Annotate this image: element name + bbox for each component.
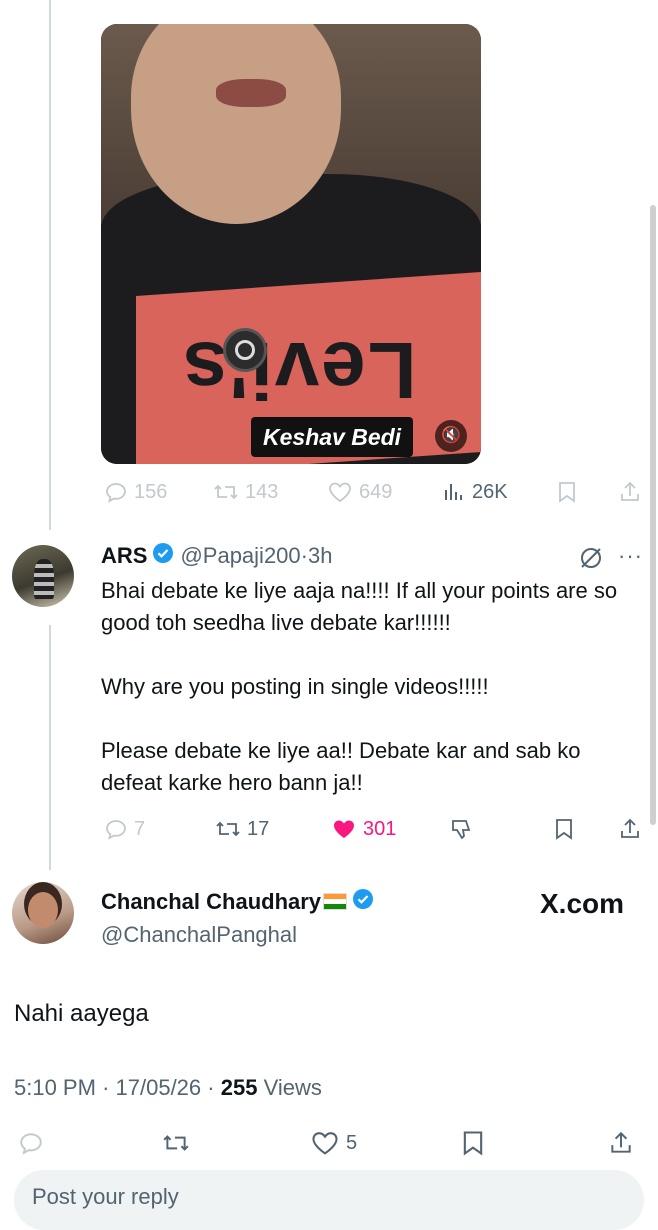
repost-icon (162, 1130, 190, 1156)
repost-button[interactable]: 17 (215, 812, 269, 846)
repost-icon (213, 480, 239, 504)
reply-count: 156 (134, 480, 168, 503)
verified-badge-icon (152, 542, 174, 569)
tweet-meta: 5:10 PM · 17/05/26 · 255 Views (14, 1075, 322, 1101)
like-button[interactable]: 649 (327, 475, 392, 509)
x-watermark: X.com (540, 888, 625, 919)
bookmark-button[interactable] (460, 1126, 486, 1160)
dislike-button[interactable] (449, 812, 473, 846)
like-count: 649 (359, 480, 393, 503)
meta-separator: · (102, 1075, 116, 1100)
video-mouth (216, 79, 286, 107)
reply-placeholder[interactable]: Post your reply (32, 1184, 179, 1210)
share-icon (618, 817, 642, 841)
reply-composer[interactable]: Post your reply (14, 1170, 644, 1230)
reply-tweet-actions: 7 17 301 (101, 812, 641, 846)
share-button[interactable] (618, 812, 642, 846)
like-count: 5 (346, 1131, 358, 1154)
main-author-row: Chanchal Chaudhary (101, 888, 374, 915)
reply-paragraph-2: Why are you posting in single videos!!!!… (101, 674, 489, 699)
tweet-date[interactable]: 17/05/26 (116, 1075, 202, 1100)
tweet-time[interactable]: 5:10 PM (14, 1075, 96, 1100)
thread-line-top (49, 0, 51, 530)
avatar-ars[interactable] (12, 545, 74, 607)
main-display-name[interactable]: Chanchal Chaudhary (101, 889, 321, 915)
repost-icon (215, 817, 241, 841)
analytics-icon (442, 480, 466, 504)
scrollbar[interactable] (650, 205, 656, 825)
meta-separator: · (207, 1075, 221, 1100)
main-handle-row: @ChanchalPanghal (101, 922, 297, 948)
reply-icon (104, 480, 128, 504)
more-options-icon[interactable]: ··· (618, 543, 643, 569)
like-count: 301 (363, 817, 397, 840)
repost-button[interactable]: 143 (213, 475, 278, 509)
like-button[interactable]: 301 (331, 812, 396, 846)
reply-handle[interactable]: @Papaji200 (180, 543, 300, 569)
bookmark-button[interactable] (556, 475, 578, 509)
reply-text: Bhai debate ke liye aaja na!!!! If all y… (101, 575, 631, 799)
bookmark-icon (460, 1129, 486, 1157)
share-icon (618, 480, 642, 504)
main-views-label: Views (263, 1075, 322, 1100)
mute-icon[interactable]: 🔇 (435, 420, 467, 452)
verified-badge-icon (352, 888, 374, 915)
reply-display-name[interactable]: ARS (101, 543, 147, 569)
main-tweet-actions: 5 (14, 1126, 644, 1160)
video-player[interactable]: Levi's Keshav Bedi 🔇 (101, 24, 481, 464)
reply-icon (104, 817, 128, 841)
main-handle[interactable]: @ChanchalPanghal (101, 922, 297, 948)
video-caption: Keshav Bedi (251, 417, 414, 457)
main-tweet-text: Nahi aayega (14, 1000, 149, 1027)
reply-paragraph-1: Bhai debate ke liye aaja na!!!! If all y… (101, 578, 618, 635)
clip-microphone (223, 328, 267, 372)
avatar-chanchal[interactable] (12, 882, 74, 944)
reply-author-row: ARS @Papaji200 · 3h (101, 542, 332, 569)
bookmark-icon (556, 480, 578, 504)
reply-button[interactable]: 7 (104, 812, 145, 846)
heart-filled-icon (331, 817, 357, 841)
thread-line-bottom (49, 625, 51, 870)
views-button[interactable]: 26K (442, 475, 508, 509)
reply-button[interactable]: 156 (104, 475, 167, 509)
repost-count: 17 (247, 817, 270, 840)
main-views-count: 255 (220, 1075, 258, 1100)
share-button[interactable] (608, 1126, 634, 1160)
thumbs-down-icon (449, 817, 473, 841)
heart-icon (327, 480, 353, 504)
repost-button[interactable] (162, 1126, 190, 1160)
share-button[interactable] (618, 475, 642, 509)
reply-count: 7 (134, 817, 146, 840)
bookmark-icon (553, 817, 575, 841)
separator-dot: · (300, 542, 308, 568)
shirt-logo-text: Levi's (181, 326, 417, 415)
reply-icon (18, 1130, 44, 1156)
reply-paragraph-3: Please debate ke liye aa!! Debate kar an… (101, 738, 581, 795)
share-icon (608, 1130, 634, 1156)
bookmark-button[interactable] (553, 812, 575, 846)
india-flag-icon (323, 893, 348, 910)
views-count: 26K (472, 480, 508, 503)
grok-icon[interactable] (578, 545, 604, 576)
video-tweet-actions: 156 143 649 26K (101, 475, 641, 509)
reply-time[interactable]: 3h (308, 543, 332, 569)
repost-count: 143 (245, 480, 279, 503)
like-button[interactable]: 5 (310, 1126, 357, 1160)
heart-icon (310, 1129, 340, 1157)
reply-button[interactable] (18, 1126, 44, 1160)
